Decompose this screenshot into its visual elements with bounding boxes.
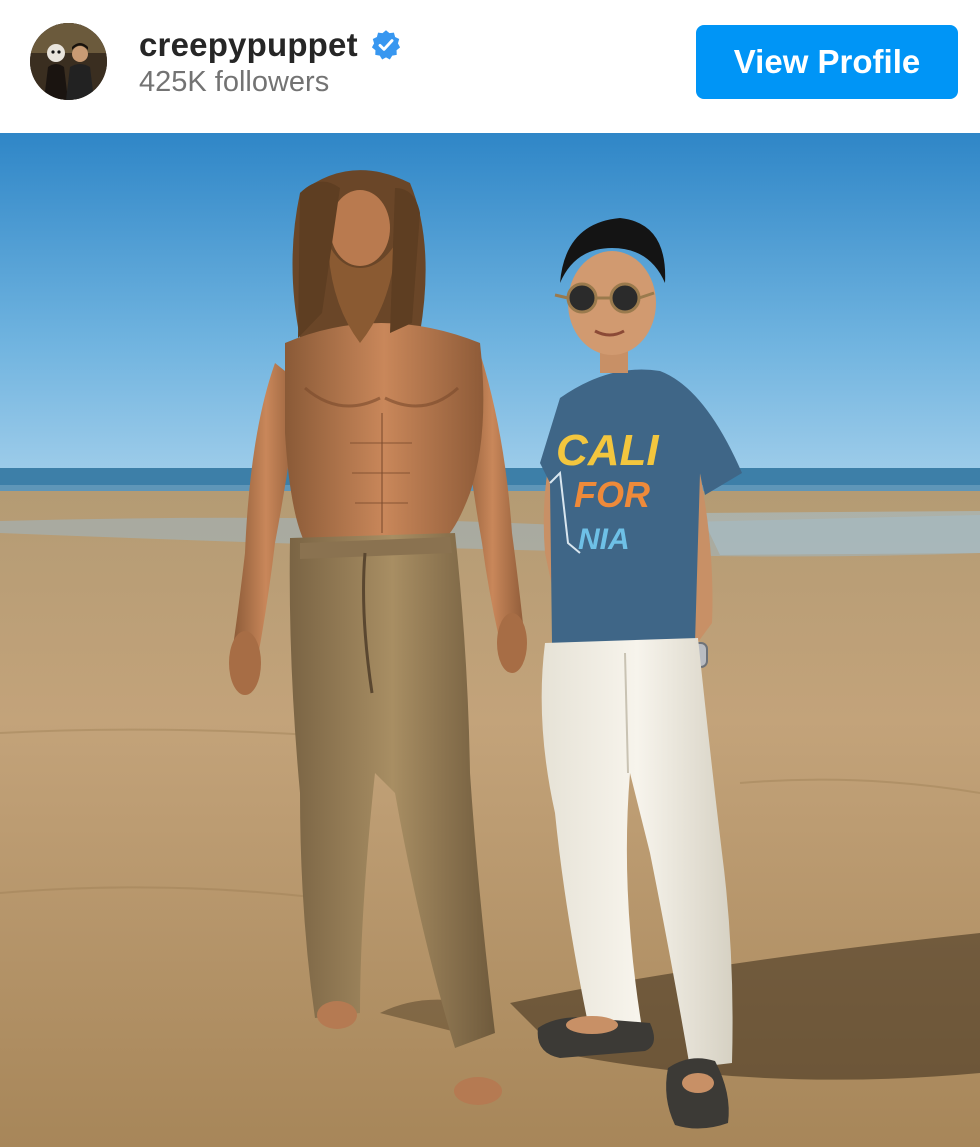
username-row: creepypuppet: [139, 24, 402, 66]
shirt-text-cali: CALI: [556, 426, 659, 475]
view-profile-button[interactable]: View Profile: [696, 25, 958, 99]
verified-badge-icon: [371, 30, 400, 60]
follower-count: 425K followers: [139, 66, 330, 98]
avatar[interactable]: [30, 23, 107, 100]
username[interactable]: creepypuppet: [139, 26, 358, 64]
post-header: creepypuppet 425K followers View Profile: [0, 0, 980, 133]
beach-photo[interactable]: CALI FOR NIA: [0, 133, 980, 1147]
shirt-text-nia: NIA: [578, 523, 630, 556]
shirt-text-for: FOR: [574, 474, 650, 515]
